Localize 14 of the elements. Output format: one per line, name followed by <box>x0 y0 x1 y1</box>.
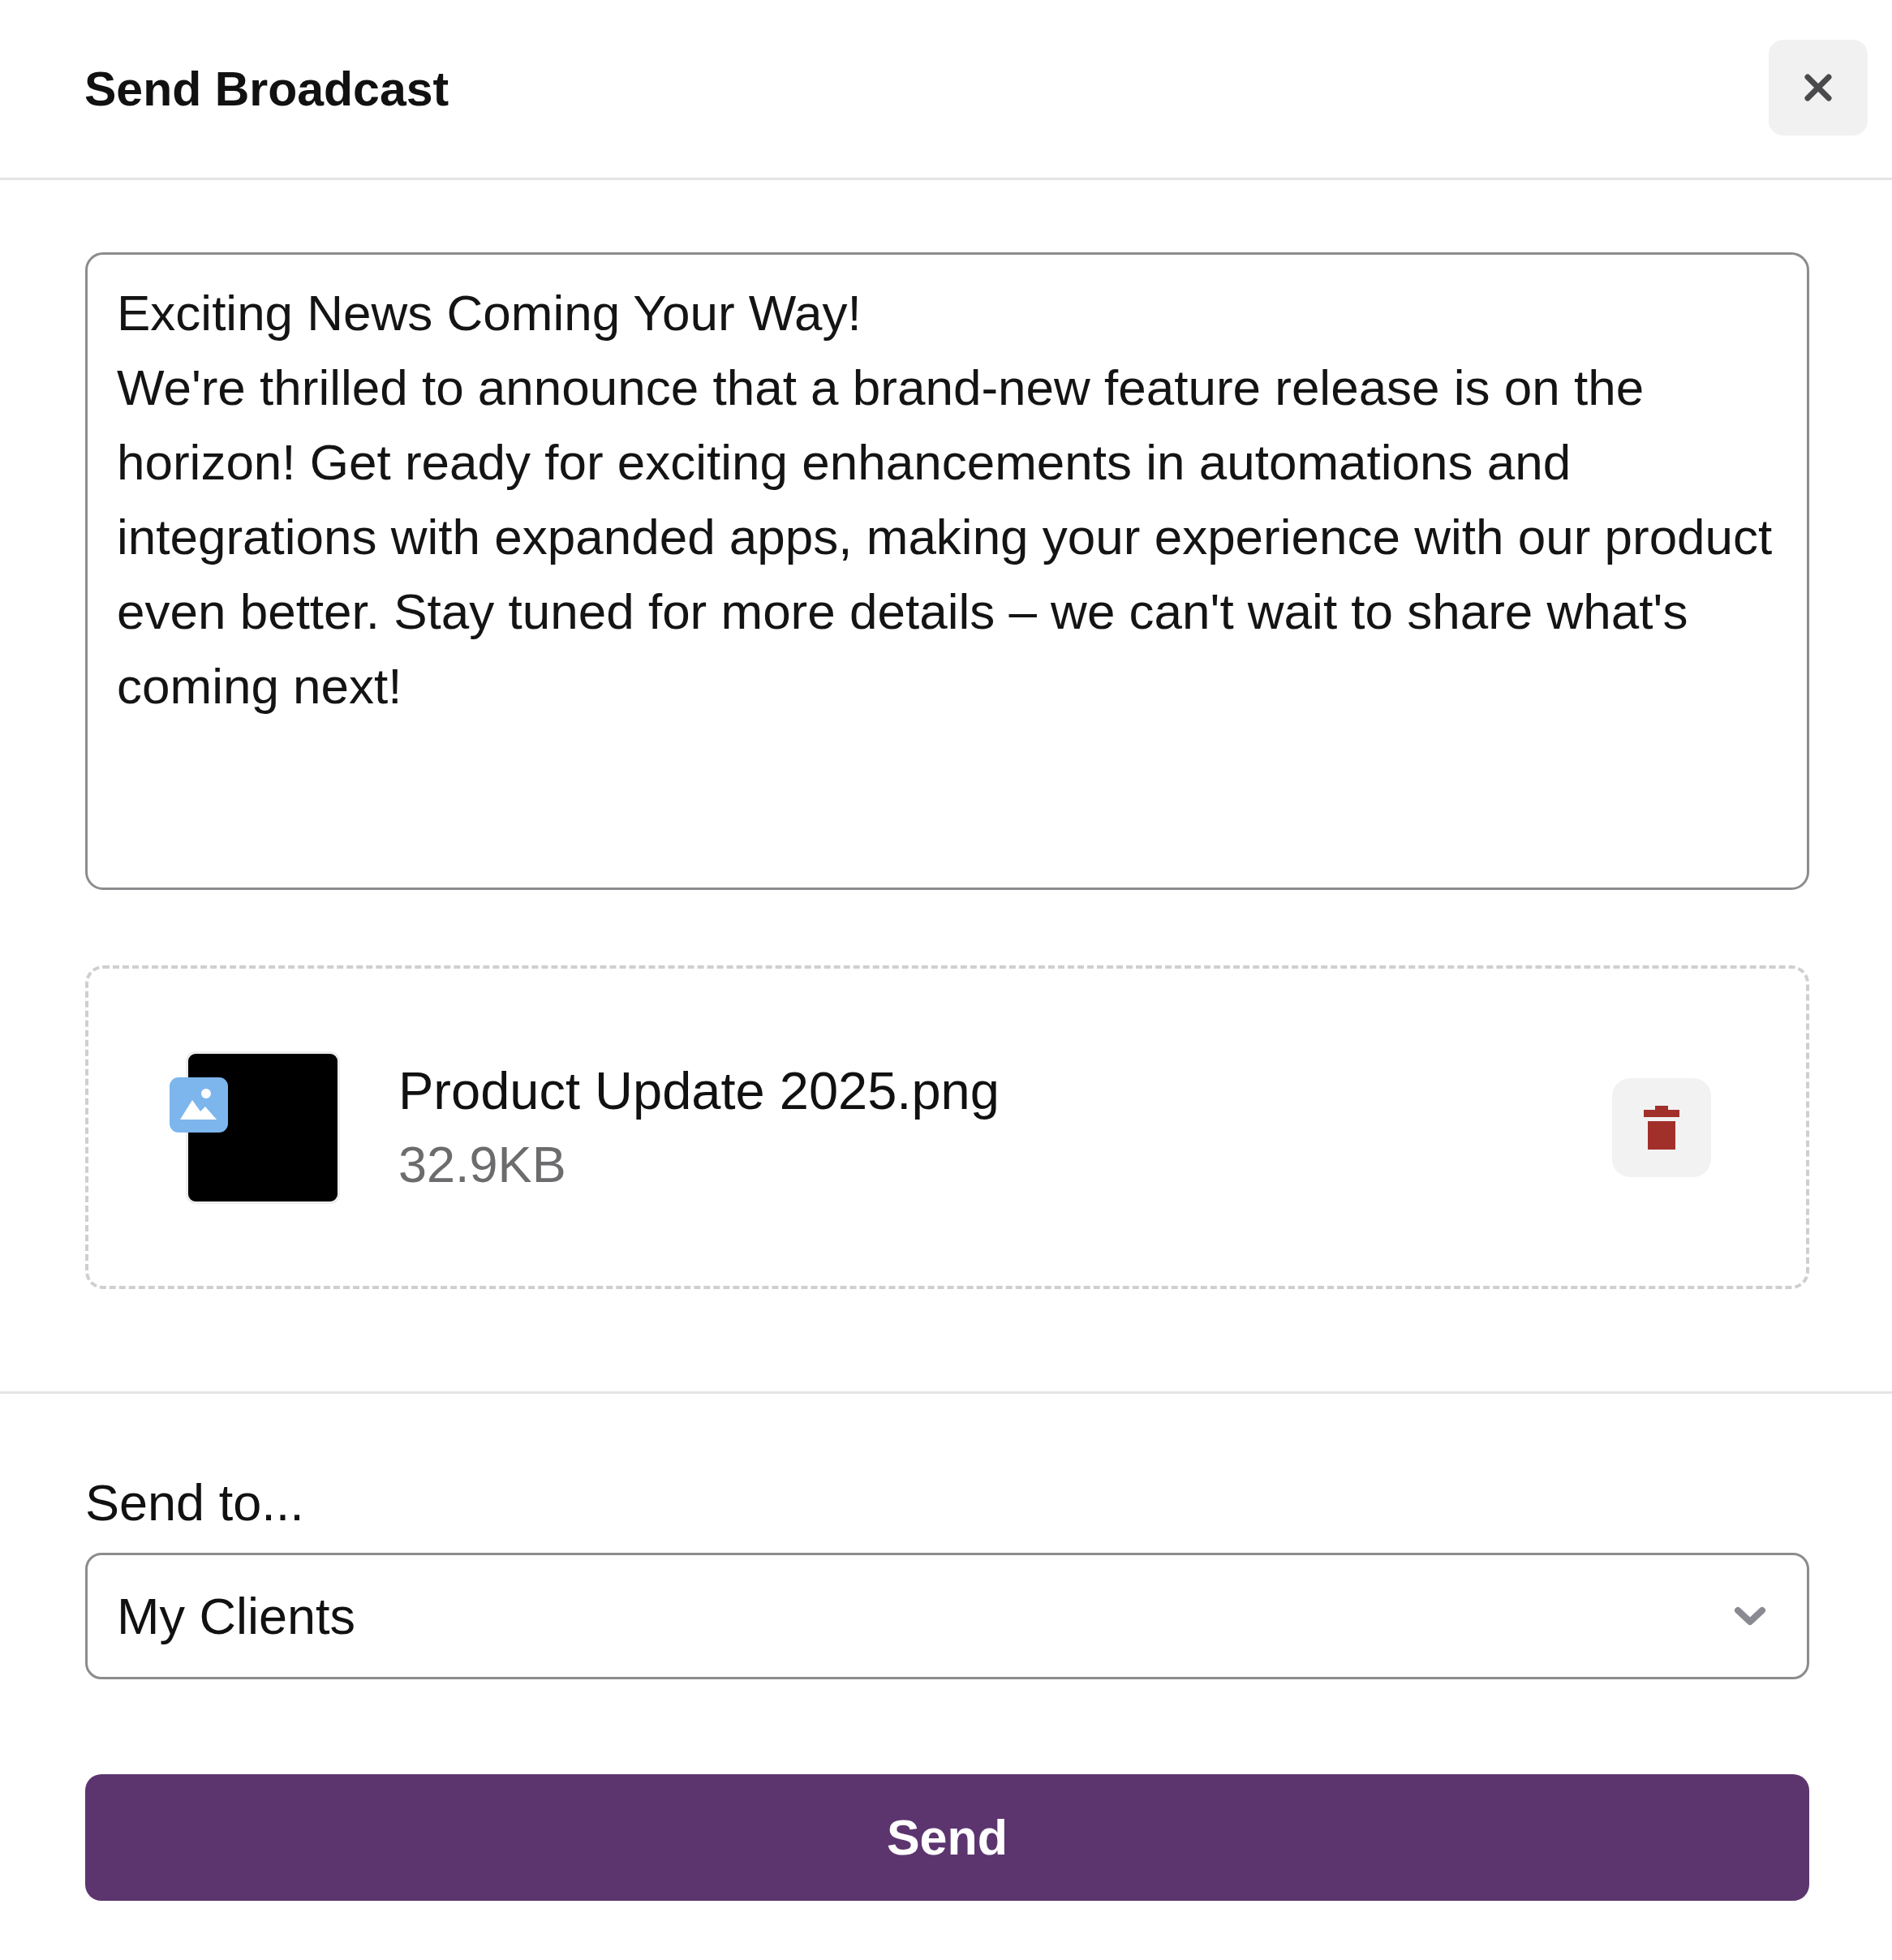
close-icon <box>1804 74 1832 101</box>
image-icon <box>170 1077 228 1133</box>
send-button[interactable]: Send <box>85 1774 1809 1901</box>
dialog-title: Send Broadcast <box>84 61 449 117</box>
field-label: Send to... <box>85 1473 305 1532</box>
file-size: 32.9KB <box>398 1134 567 1194</box>
trash-icon <box>1644 1105 1679 1150</box>
select-value: My Clients <box>117 1587 356 1645</box>
message-field[interactable]: Exciting News Coming Your Way! We're thrilled to announce that a brand-new feature release is on the horizon! Get ready for exciting enhancements in automations and integrations with expanded apps, making your experience with our product even better. Stay tuned for more details – we can't wait to share what's coming next! <box>85 252 1809 890</box>
recipient-select[interactable]: My Clients <box>85 1553 1809 1679</box>
chevron-down-icon <box>1734 1606 1766 1626</box>
close-button[interactable] <box>1769 40 1868 135</box>
file-name: Product Update 2025.png <box>398 1060 1000 1122</box>
delete-button[interactable] <box>1612 1077 1711 1177</box>
